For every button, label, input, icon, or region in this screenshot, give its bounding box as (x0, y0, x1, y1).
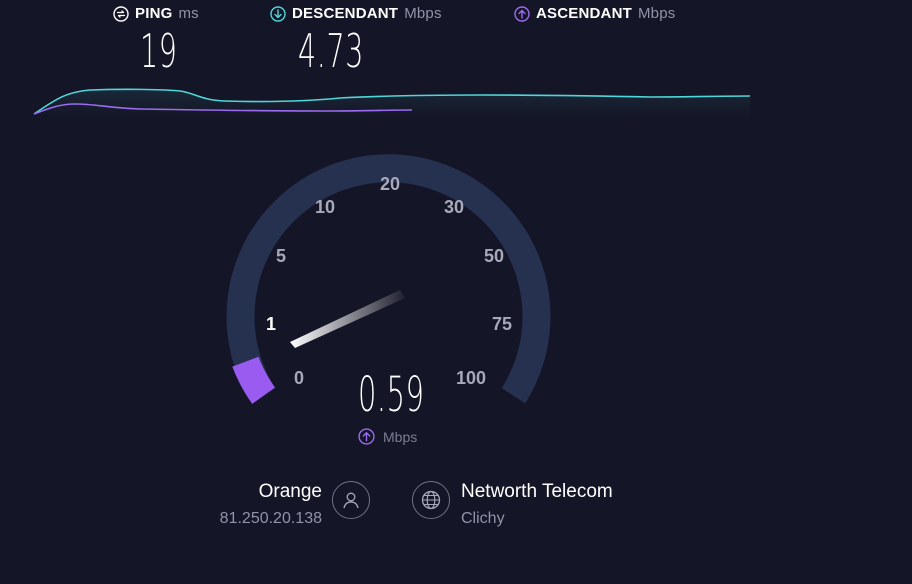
gauge-tick-0: 0 (294, 368, 304, 388)
gauge-tick-75: 75 (492, 314, 512, 334)
gauge-tick-5: 5 (276, 246, 286, 266)
speed-unit-label: Mbps (383, 428, 418, 445)
gauge-progress (232, 356, 276, 404)
gauge-track (226, 154, 551, 404)
user-icon[interactable] (332, 481, 370, 519)
gauge-tick-30: 30 (444, 197, 464, 217)
speed-gauge: 0 1 5 10 20 30 50 75 100 (226, 154, 551, 404)
current-speed-unit: Mbps (358, 428, 417, 445)
gauge-needle (290, 290, 405, 348)
gauge-tick-20: 20 (380, 174, 400, 194)
gauge-tick-100: 100 (456, 368, 486, 388)
current-speed-value: 0.59 (358, 367, 425, 423)
upload-arrow-icon (358, 428, 375, 445)
gauge-tick-1: 1 (266, 314, 276, 334)
server-name: Networth Telecom (461, 481, 613, 502)
server-location: Clichy (461, 510, 505, 527)
globe-icon[interactable] (412, 481, 450, 519)
gauge-tick-10: 10 (315, 197, 335, 217)
isp-ip: 81.250.20.138 (219, 510, 322, 527)
server-info[interactable]: Networth Telecom Clichy (461, 480, 613, 530)
isp-info: Orange 81.250.20.138 (150, 480, 322, 530)
isp-name: Orange (258, 481, 322, 502)
gauge-tick-50: 50 (484, 246, 504, 266)
speedtest-app: PING ms DESCENDANT Mbps ASCENDANT Mbps 1… (0, 0, 912, 584)
